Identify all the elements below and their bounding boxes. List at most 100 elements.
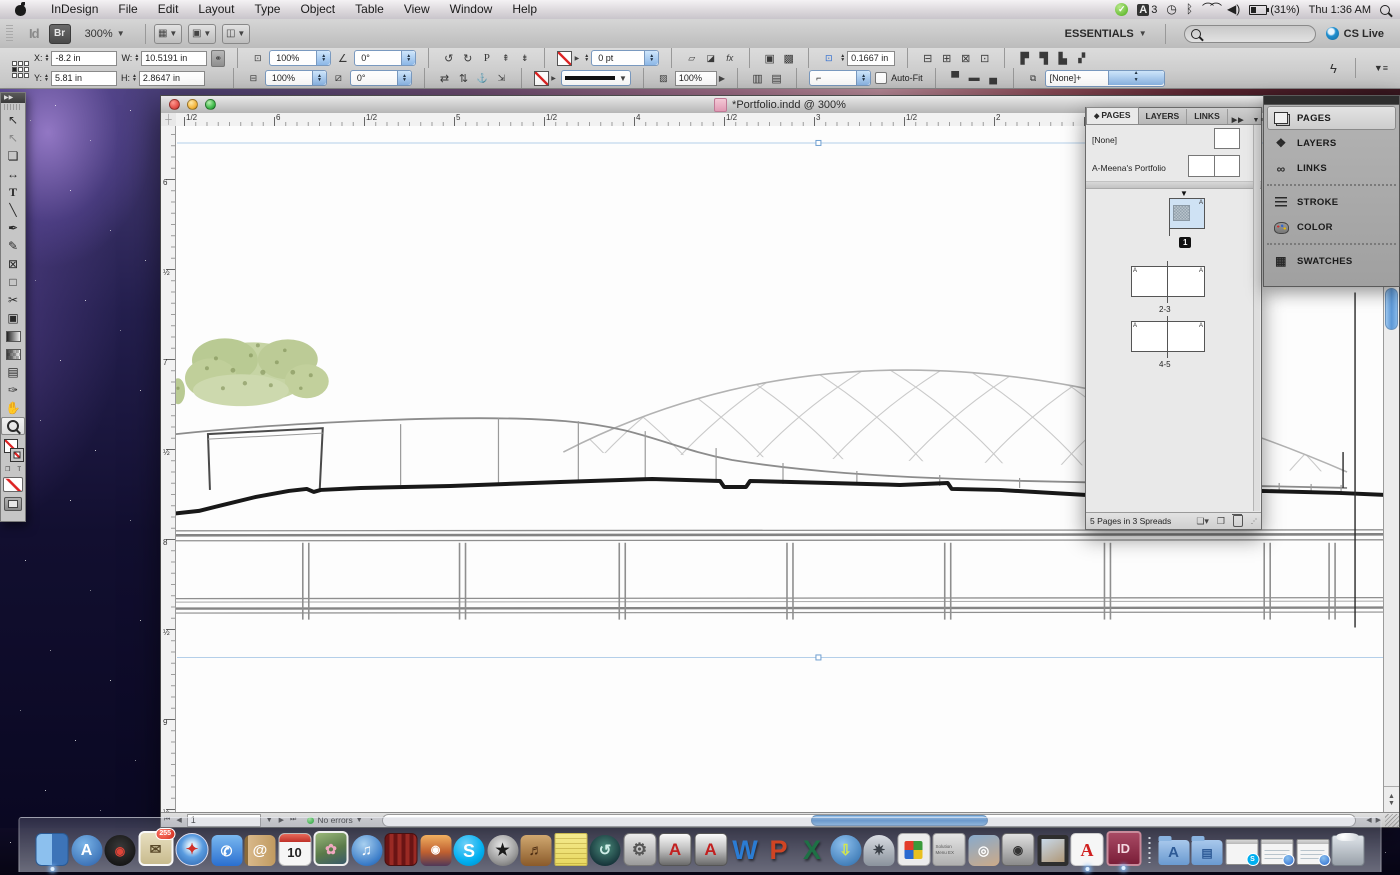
stickies[interactable] xyxy=(554,833,587,866)
new-page-button[interactable]: ❐ xyxy=(1217,516,1225,527)
free-transform-tool[interactable]: ▣ xyxy=(1,309,25,327)
drop-shadow-button[interactable]: ▱ xyxy=(684,51,699,66)
delete-page-button[interactable] xyxy=(1232,514,1243,527)
menu-clock[interactable]: Thu 1:36 AM xyxy=(1309,4,1371,16)
rotate-ccw-button[interactable]: ↺ xyxy=(441,51,456,66)
stroke-color-swatch[interactable]: ▶ xyxy=(557,50,579,66)
time-machine-icon[interactable]: ◷ xyxy=(1166,0,1176,19)
safari[interactable]: ✦ xyxy=(175,833,209,866)
spread-2-3-label[interactable]: 2-3 xyxy=(1159,305,1171,314)
pencil-tool[interactable]: ✎ xyxy=(1,237,25,255)
fill-color-swatch[interactable]: ▶ xyxy=(533,70,556,86)
word[interactable]: W xyxy=(730,835,761,866)
wifi-icon[interactable]: ⌒⌒ xyxy=(1202,0,1222,19)
app-store[interactable]: A xyxy=(71,835,102,866)
adobe-reader[interactable]: A xyxy=(1070,833,1104,871)
dock-header[interactable] xyxy=(1264,96,1399,105)
spotlight-icon[interactable] xyxy=(1380,4,1390,15)
facetime[interactable]: ✆ xyxy=(211,835,242,866)
address-book[interactable]: @ xyxy=(244,835,276,866)
reference-point-selector[interactable] xyxy=(12,61,29,78)
battery-indicator[interactable]: (31%) xyxy=(1249,4,1300,16)
select-child-button[interactable]: ⇲ xyxy=(494,71,509,86)
minimized-window-2[interactable] xyxy=(1296,839,1330,866)
screen-mode-button[interactable]: ▣ ▼ xyxy=(187,23,216,44)
trash[interactable] xyxy=(1331,833,1365,866)
quick-apply-button[interactable]: ϟ xyxy=(1330,61,1337,76)
ruler-origin-corner[interactable]: ┼ xyxy=(161,113,177,127)
minimized-window-skype[interactable]: S xyxy=(1225,839,1259,866)
stepper-icon[interactable]: ▲ ▼ xyxy=(45,54,50,63)
pages-list[interactable]: ▼ A 1 A A 2-3 A A 4-5 xyxy=(1086,189,1261,516)
center-content-button[interactable]: ⊠ xyxy=(958,51,973,66)
object-style-dropdown[interactable]: [None]+ ▲ ▼ xyxy=(1044,69,1165,87)
master-none-thumbnail[interactable] xyxy=(1214,128,1240,149)
panel-menu-button[interactable]: ▼≡ xyxy=(1374,63,1388,73)
menu-item[interactable]: Object xyxy=(290,0,345,19)
rotate-cw-button[interactable]: ↻ xyxy=(460,51,475,66)
master-a-thumbnail[interactable] xyxy=(1188,155,1240,177)
vertical-ruler[interactable]: 6½7½8½9½ xyxy=(161,126,176,813)
default-fill-stroke-icon[interactable]: ❐ xyxy=(5,466,10,473)
stroke-style-dropdown[interactable]: ▼ xyxy=(560,70,631,86)
menu-item[interactable]: Type xyxy=(244,0,290,19)
itunes[interactable]: ♫ xyxy=(351,835,382,866)
type-tool[interactable]: T xyxy=(1,183,25,201)
auto-fit-control[interactable]: Auto-Fit xyxy=(875,72,923,84)
windows-app[interactable] xyxy=(897,833,930,866)
vertical-scroll-arrows[interactable]: ▲ ▼ xyxy=(1384,786,1399,813)
page-5-thumbnail[interactable]: A xyxy=(1167,321,1205,352)
edit-page-size-button[interactable]: ❏▾ xyxy=(1196,516,1209,527)
downloads-app[interactable]: ⇩ xyxy=(830,835,861,866)
scissors-tool[interactable]: ✂ xyxy=(1,291,25,309)
frame-fit-field[interactable]: ▲ ▼ 0.1667 in xyxy=(840,50,896,66)
distribute-button[interactable]: ▞ xyxy=(1074,51,1089,66)
page-4-thumbnail[interactable]: A xyxy=(1131,321,1168,352)
tab-pages[interactable]: ◆ PAGES xyxy=(1086,107,1139,124)
panel-resize-grip[interactable]: ⋰ xyxy=(1251,518,1257,525)
palette-collapse-button[interactable]: ▶▶ xyxy=(1,93,25,103)
autocad[interactable]: A xyxy=(658,833,692,866)
menu-item[interactable]: Layout xyxy=(188,0,244,19)
stroke-weight-field[interactable]: ▲ ▼ 0 pt ▲ ▼ xyxy=(584,50,660,66)
powerpoint[interactable]: P xyxy=(763,835,794,866)
shear-field[interactable]: 0° ▲ ▼ xyxy=(349,70,412,86)
wrap-jump-to-next-button[interactable]: ▤ xyxy=(769,71,784,86)
master-a-label[interactable]: A-Meena's Portfolio xyxy=(1092,163,1166,173)
photo-booth[interactable] xyxy=(384,833,418,866)
auto-fit-checkbox[interactable] xyxy=(875,72,888,84)
wrap-bounding-button[interactable]: ▩ xyxy=(781,51,796,66)
camera-app[interactable]: ◉ xyxy=(1001,833,1035,866)
corner-options-dropdown[interactable]: ⌐ ▲ ▼ xyxy=(809,70,872,86)
distribute-middle-button[interactable]: ▬ xyxy=(967,71,982,86)
bluetooth-icon[interactable]: ᛒ xyxy=(1186,0,1193,19)
formatting-affects-text-icon[interactable]: T xyxy=(17,467,21,473)
gradient-swatch-tool[interactable] xyxy=(1,327,25,345)
photo-frame[interactable] xyxy=(1037,835,1068,866)
image-capture[interactable]: ◉ xyxy=(420,835,451,866)
menu-item[interactable]: InDesign xyxy=(41,0,108,19)
select-next-button[interactable]: ⇟ xyxy=(517,51,532,66)
rotation-field[interactable]: 0° ▲ ▼ xyxy=(354,50,417,66)
iphoto[interactable]: ✿ xyxy=(313,831,349,866)
eyedropper-tool[interactable]: ✑ xyxy=(1,381,25,399)
effects-button[interactable]: fx xyxy=(722,51,737,66)
select-previous-button[interactable]: ⇞ xyxy=(498,51,513,66)
apply-none-button[interactable] xyxy=(3,477,23,492)
width-field[interactable]: W: ▲ ▼ 10.5191 in xyxy=(121,50,208,66)
time-machine[interactable]: ↺ xyxy=(589,835,621,866)
arrange-documents-button[interactable]: ◫ ▼ xyxy=(221,23,250,44)
finder[interactable] xyxy=(35,833,69,871)
ical[interactable]: 10 xyxy=(278,833,311,866)
scale-x-field[interactable]: 100% ▲ ▼ xyxy=(269,50,332,66)
spread-4-5-label[interactable]: 4-5 xyxy=(1159,360,1171,369)
workspace-switcher[interactable]: ESSENTIALS ▼ xyxy=(1065,28,1147,40)
app-notification-icon[interactable]: A xyxy=(1137,3,1150,16)
panel-scrollbar[interactable] xyxy=(1253,125,1260,511)
dock-separator[interactable] xyxy=(1143,835,1156,866)
gap-tool[interactable]: ↔ xyxy=(1,165,25,183)
flip-vertical-button[interactable]: ⇅ xyxy=(456,71,471,86)
frame-tool[interactable]: ⊠ xyxy=(1,255,25,273)
screen-mode-normal-button[interactable] xyxy=(4,497,22,511)
zoom-level-dropdown[interactable]: 300% ▼ xyxy=(85,28,125,40)
